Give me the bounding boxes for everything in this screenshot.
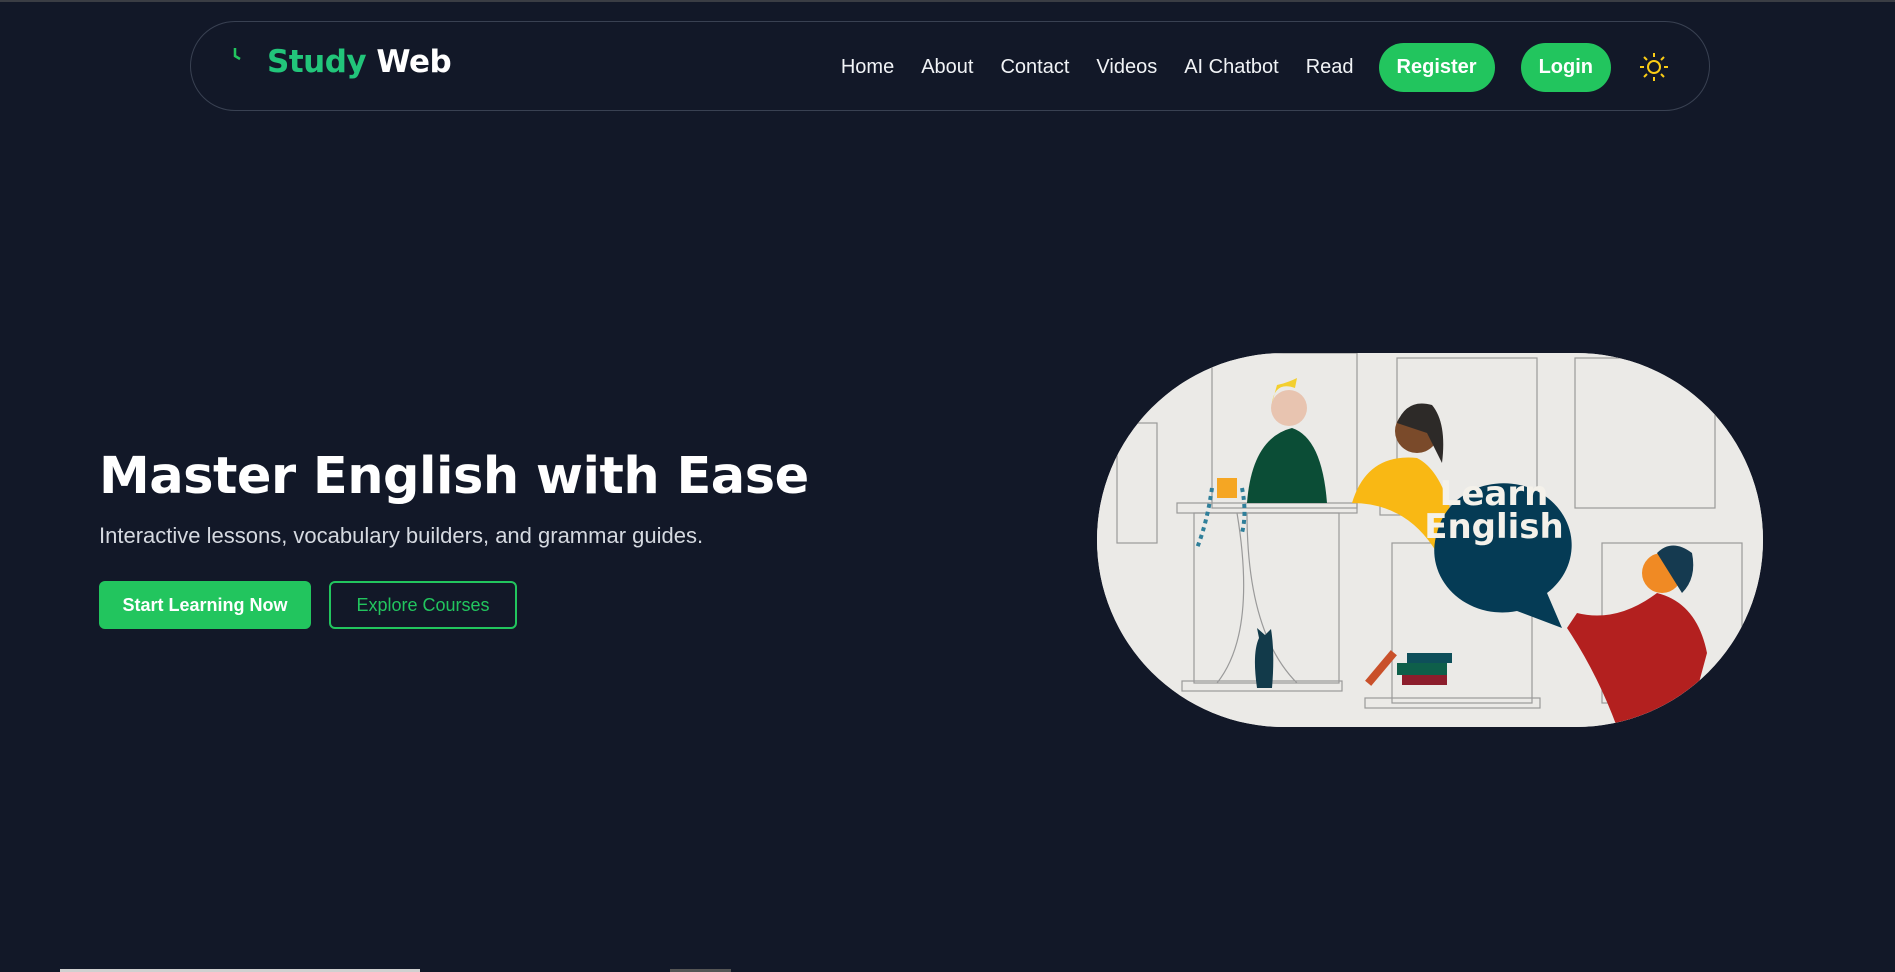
nav-videos[interactable]: Videos (1096, 56, 1157, 79)
nav-read[interactable]: Read (1306, 56, 1354, 79)
bubble-line2: English (1424, 507, 1564, 547)
logo[interactable]: Study Web (231, 44, 452, 80)
explore-courses-button[interactable]: Explore Courses (329, 581, 517, 629)
hero-title: Master English with Ease (99, 447, 809, 506)
hero-subtitle: Interactive lessons, vocabulary builders… (99, 523, 704, 548)
window-top-border (0, 0, 1895, 2)
register-button[interactable]: Register (1378, 42, 1495, 92)
logo-web: Web (376, 44, 452, 80)
nav-home[interactable]: Home (841, 56, 894, 79)
logo-icon (233, 48, 241, 61)
logo-study: Study (267, 44, 367, 80)
nav-ai-chatbot[interactable]: AI Chatbot (1184, 56, 1279, 79)
nav-about[interactable]: About (921, 56, 973, 79)
sun-icon[interactable] (1639, 52, 1669, 82)
login-button[interactable]: Login (1520, 42, 1611, 92)
nav-contact[interactable]: Contact (1000, 56, 1069, 79)
navbar: Study Web Home About Contact Videos AI C… (190, 21, 1710, 111)
hero-illustration: Learn English (1097, 353, 1763, 727)
start-learning-button[interactable]: Start Learning Now (99, 581, 311, 629)
